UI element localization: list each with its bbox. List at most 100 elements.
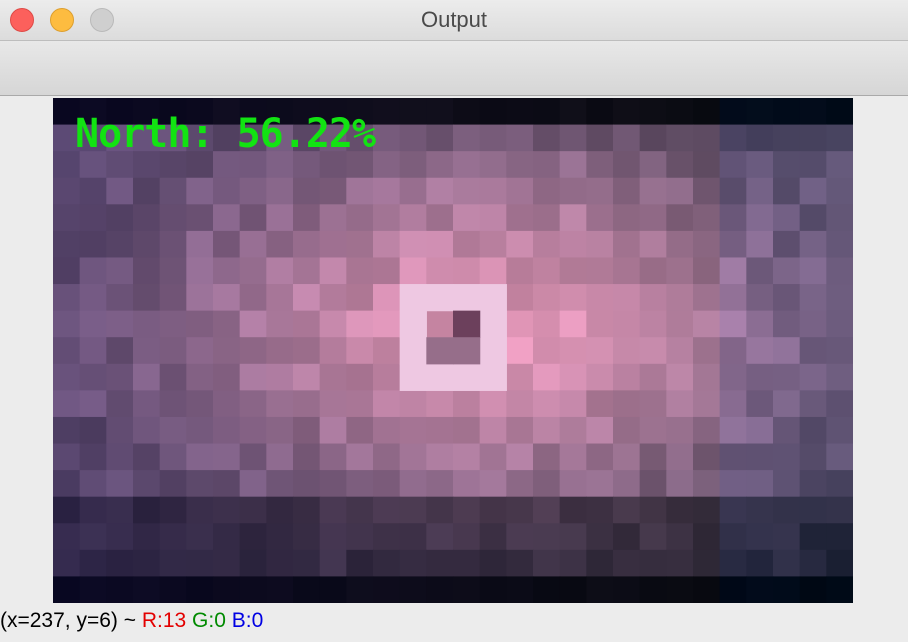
image-pixel-block: [639, 284, 667, 312]
image-pixel-block: [453, 98, 481, 126]
image-pixel-block: [239, 337, 267, 365]
image-pixel-block: [399, 390, 427, 418]
image-pixel-block: [506, 98, 534, 126]
image-pixel-block: [693, 337, 721, 365]
image-pixel-block: [479, 257, 507, 285]
image-pixel-block: [533, 151, 561, 179]
image-pixel-block: [53, 470, 81, 498]
image-pixel-block: [79, 390, 107, 418]
image-pixel-block: [213, 523, 241, 551]
image-pixel-block: [293, 549, 321, 578]
image-pixel-block: [266, 576, 294, 603]
image-pixel-block: [53, 177, 81, 205]
image-pixel-block: [799, 443, 827, 471]
image-pixel-block: [799, 416, 827, 445]
image-pixel-block: [586, 523, 614, 551]
image-pixel-block: [53, 363, 81, 391]
image-pixel-block: [586, 443, 614, 471]
image-pixel-block: [426, 390, 454, 418]
image-pixel-block: [346, 576, 374, 603]
image-pixel-block: [533, 496, 561, 524]
image-pixel-block: [106, 523, 134, 551]
image-pixel-block: [106, 204, 134, 232]
image-pixel-block: [773, 204, 801, 232]
image-pixel-block: [586, 470, 614, 498]
image-pixel-block: [506, 363, 534, 391]
image-pixel-block: [373, 470, 401, 498]
image-pixel-block: [586, 177, 614, 205]
image-pixel-block: [479, 363, 507, 391]
image-pixel-block: [613, 204, 641, 232]
image-pixel-block: [773, 284, 801, 312]
image-pixel-block: [186, 576, 214, 603]
image-pixel-block: [266, 523, 294, 551]
image-pixel-block: [719, 549, 747, 578]
image-pixel-block: [559, 230, 587, 259]
image-pixel-block: [746, 416, 774, 445]
image-pixel-block: [106, 390, 134, 418]
image-pixel-block: [106, 496, 134, 524]
image-pixel-block: [346, 337, 374, 365]
image-pixel-block: [453, 204, 481, 232]
image-pixel-block: [666, 257, 694, 285]
image-pixel-block: [319, 416, 347, 445]
image-pixel-block: [266, 470, 294, 498]
image-pixel-block: [186, 549, 214, 578]
image-pixel-block: [586, 549, 614, 578]
image-pixel-block: [319, 523, 347, 551]
image-pixel-block: [666, 496, 694, 524]
image-pixel-block: [506, 230, 534, 259]
image-pixel-block: [586, 284, 614, 312]
image-pixel-block: [106, 310, 134, 338]
image-pixel-block: [773, 523, 801, 551]
image-pixel-block: [613, 257, 641, 285]
image-pixel-block: [106, 416, 134, 445]
image-pixel-block: [319, 390, 347, 418]
image-pixel-block: [293, 470, 321, 498]
image-pixel-block: [426, 177, 454, 205]
image-pixel-block: [453, 337, 481, 365]
image-pixel-block: [453, 124, 481, 152]
image-pixel-block: [159, 443, 187, 471]
image-pixel-block: [666, 230, 694, 259]
image-pixel-block: [613, 284, 641, 312]
image-pixel-block: [319, 204, 347, 232]
image-pixel-block: [346, 310, 374, 338]
image-pixel-block: [399, 523, 427, 551]
image-pixel-block: [506, 310, 534, 338]
image-pixel-block: [586, 124, 614, 152]
title-bar[interactable]: Output: [0, 0, 908, 41]
image-pixel-block: [399, 416, 427, 445]
image-pixel-block: [346, 230, 374, 259]
image-pixel-block: [506, 416, 534, 445]
image-pixel-block: [693, 549, 721, 578]
image-pixel-block: [533, 284, 561, 312]
image-pixel-block: [106, 363, 134, 391]
image-pixel-block: [293, 363, 321, 391]
image-pixel-block: [533, 390, 561, 418]
image-pixel-block: [186, 470, 214, 498]
image-view[interactable]: North: 56.22%: [53, 98, 853, 603]
image-pixel-block: [506, 549, 534, 578]
image-pixel-block: [453, 363, 481, 391]
image-pixel-block: [586, 310, 614, 338]
image-pixel-block: [399, 310, 427, 338]
image-pixel-block: [213, 177, 241, 205]
image-pixel-block: [799, 549, 827, 578]
image-pixel-block: [559, 204, 587, 232]
image-pixel-block: [133, 284, 161, 312]
image-pixel-block: [533, 230, 561, 259]
image-pixel-block: [639, 98, 667, 126]
image-pixel-block: [79, 257, 107, 285]
image-pixel-block: [53, 257, 81, 285]
image-pixel-block: [826, 284, 853, 312]
image-pixel-block: [799, 470, 827, 498]
image-pixel-block: [346, 177, 374, 205]
pixelated-image[interactable]: [53, 98, 853, 603]
image-pixel-block: [826, 443, 853, 471]
image-pixel-block: [213, 470, 241, 498]
image-pixel-block: [613, 390, 641, 418]
image-pixel-block: [746, 443, 774, 471]
image-pixel-block: [239, 177, 267, 205]
image-pixel-block: [213, 443, 241, 471]
